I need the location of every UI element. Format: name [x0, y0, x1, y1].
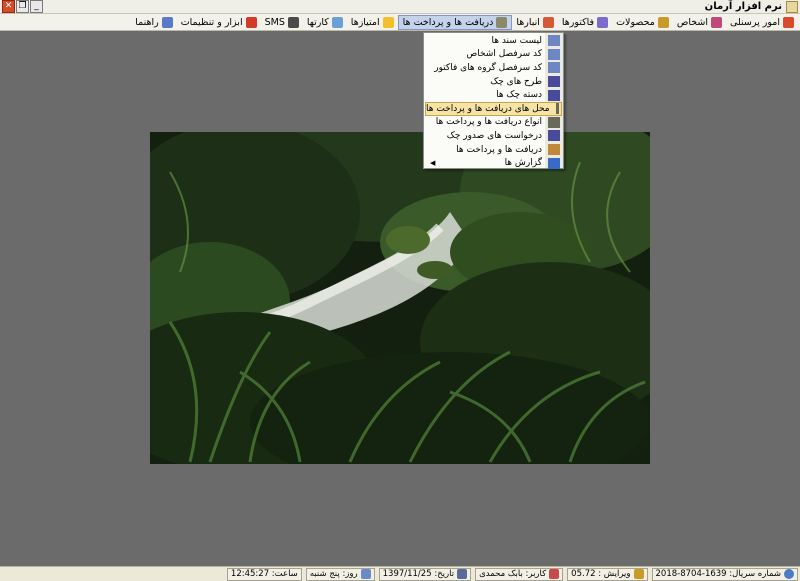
- menu-bar: امور پرسنلی اشخاص محصولات فاکتورها انبار…: [0, 14, 800, 31]
- help-icon: [161, 16, 173, 28]
- globe-icon: [784, 569, 794, 579]
- menu-label: امتیازها: [350, 16, 380, 28]
- payment-icon: [496, 16, 508, 28]
- calendar-icon: [457, 569, 468, 579]
- menu-item-persons[interactable]: اشخاص: [673, 15, 726, 30]
- calendar-grid-icon: [360, 569, 371, 579]
- submenu-label: کد سرفصل گروه های فاکتور: [434, 62, 542, 73]
- status-day: روز: پنج شنبه: [305, 567, 375, 581]
- people-icon: [783, 16, 794, 28]
- menu-item-invoices[interactable]: فاکتورها: [558, 15, 612, 30]
- list-icon: [548, 35, 560, 47]
- submenu-label: کد سرفصل اشخاص: [466, 49, 542, 60]
- submenu-label: لیست سند ها: [491, 35, 542, 46]
- status-serial: شماره سریال: 1639-8704-2018: [651, 567, 798, 581]
- invoice-icon: [597, 16, 609, 28]
- menu-label: دریافت ها و پرداخت ها: [402, 16, 494, 28]
- status-version: ویرایش : 05.72: [567, 567, 648, 581]
- payment-icon: [548, 144, 560, 156]
- pen-icon: [548, 76, 560, 88]
- card-icon: [331, 16, 343, 28]
- submenu-item-reports[interactable]: گزارش ها ◀: [425, 156, 562, 170]
- user-icon: [549, 569, 560, 579]
- status-bar: شماره سریال: 1639-8704-2018 ویرایش : 05.…: [0, 566, 800, 581]
- menu-label: فاکتورها: [561, 16, 595, 28]
- menu-item-sms[interactable]: SMS: [261, 15, 303, 30]
- day-text: روز: پنج شنبه: [309, 569, 358, 579]
- submenu-item-payment-locations[interactable]: محل های دریافت ها و پرداخت ها: [425, 101, 562, 116]
- forest-stream-image: [150, 132, 650, 464]
- version-text: ویرایش : 05.72: [571, 569, 631, 579]
- location-icon: [555, 103, 559, 115]
- menu-label: اشخاص: [676, 16, 708, 28]
- submenu-item-check-requests[interactable]: درخواست های صدور چک: [425, 129, 562, 143]
- pen-icon: [548, 89, 560, 101]
- submenu-item-person-codes[interactable]: کد سرفصل اشخاص: [425, 48, 562, 62]
- submenu-item-payments[interactable]: دریافت ها و پرداخت ها: [425, 143, 562, 157]
- serial-text: شماره سریال: 1639-8704-2018: [655, 569, 781, 579]
- menu-label: امور پرسنلی: [729, 16, 780, 28]
- code-icon: [548, 48, 560, 60]
- time-text: ساعت: 12:45:27: [230, 569, 298, 579]
- submenu-item-payment-types[interactable]: انواع دریافت ها و پرداخت ها: [425, 116, 562, 130]
- submenu-item-invoice-group-codes[interactable]: کد سرفصل گروه های فاکتور: [425, 61, 562, 75]
- code-icon: [548, 62, 560, 74]
- background-photo: [150, 132, 650, 464]
- sms-icon: [287, 16, 299, 28]
- submenu-label: گزارش ها: [504, 158, 542, 169]
- box-icon: [657, 16, 669, 28]
- menu-label: راهنما: [135, 16, 159, 28]
- menu-item-personnel[interactable]: امور پرسنلی: [726, 15, 798, 30]
- tools-icon: [245, 16, 257, 28]
- status-date: تاریخ: 1397/11/25: [378, 567, 472, 581]
- submenu-label: محل های دریافت ها و پرداخت ها: [426, 103, 550, 114]
- status-time: ساعت: 12:45:27: [226, 567, 302, 581]
- warehouse-icon: [542, 16, 554, 28]
- contacts-icon: [710, 16, 722, 28]
- pen-icon: [548, 130, 560, 142]
- window-controls: ✕ ❐ _: [2, 0, 43, 13]
- menu-item-points[interactable]: امتیازها: [347, 15, 398, 30]
- user-text: کاربر: بابک محمدی: [479, 569, 547, 579]
- submenu-item-check-designs[interactable]: طرح های چک: [425, 75, 562, 89]
- date-text: تاریخ: 1397/11/25: [382, 569, 455, 579]
- menu-label: انبارها: [516, 16, 540, 28]
- payments-dropdown-menu: لیست سند ها کد سرفصل اشخاص کد سرفصل گروه…: [423, 32, 564, 169]
- star-icon: [382, 16, 394, 28]
- menu-item-products[interactable]: محصولات: [612, 15, 673, 30]
- submenu-label: دریافت ها و پرداخت ها: [456, 144, 542, 155]
- type-icon: [548, 116, 560, 128]
- window-title: نرم افزار آرمان: [704, 1, 782, 12]
- menu-item-payments[interactable]: دریافت ها و پرداخت ها: [397, 14, 513, 30]
- submenu-item-checkbooks[interactable]: دسته چک ها: [425, 88, 562, 102]
- menu-label: کارتها: [306, 16, 329, 28]
- menu-label: SMS: [264, 16, 285, 28]
- submenu-label: طرح های چک: [490, 76, 542, 87]
- pencil-icon: [633, 569, 644, 579]
- menu-label: ابزار و تنظیمات: [180, 16, 243, 28]
- app-icon: [786, 1, 798, 13]
- submenu-label: درخواست های صدور چک: [446, 130, 542, 141]
- menu-item-warehouses[interactable]: انبارها: [512, 15, 558, 30]
- restore-button[interactable]: ❐: [16, 0, 29, 13]
- menu-item-tools[interactable]: ابزار و تنظیمات: [177, 15, 261, 30]
- menu-item-help[interactable]: راهنما: [131, 15, 177, 30]
- title-bar: نرم افزار آرمان ✕ ❐ _: [0, 0, 800, 14]
- close-button[interactable]: ✕: [2, 0, 15, 13]
- submenu-arrow-icon: ◀: [430, 159, 436, 168]
- report-icon: [548, 157, 560, 169]
- submenu-item-document-list[interactable]: لیست سند ها: [425, 34, 562, 48]
- submenu-label: دسته چک ها: [496, 90, 542, 101]
- menu-item-cards[interactable]: کارتها: [303, 15, 347, 30]
- minimize-button[interactable]: _: [30, 0, 43, 13]
- submenu-label: انواع دریافت ها و پرداخت ها: [435, 117, 542, 128]
- menu-label: محصولات: [616, 16, 655, 28]
- status-user: کاربر: بابک محمدی: [475, 567, 564, 581]
